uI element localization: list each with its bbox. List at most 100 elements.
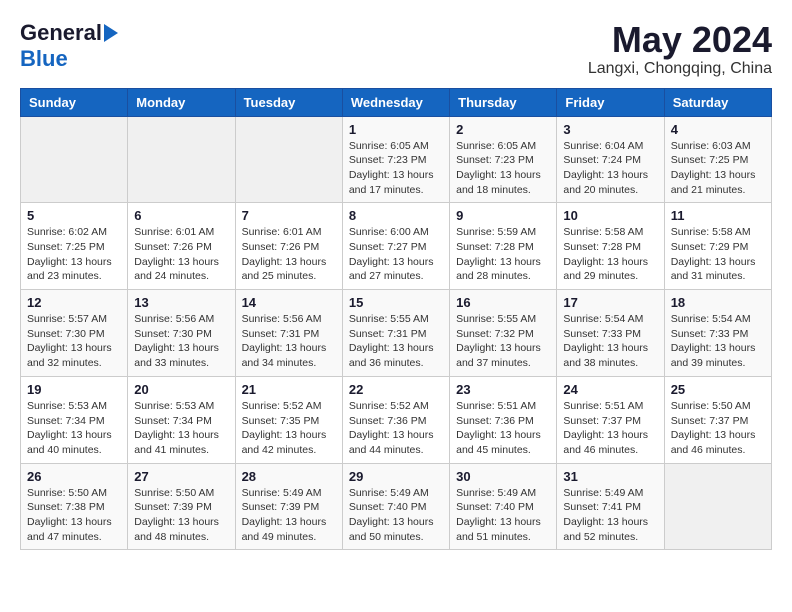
day-number: 7 — [242, 208, 336, 223]
day-number: 3 — [563, 122, 657, 137]
col-thursday: Thursday — [450, 88, 557, 116]
table-row: 24 Sunrise: 5:51 AMSunset: 7:37 PMDayligh… — [557, 376, 664, 463]
month-title: May 2024 — [588, 20, 772, 60]
col-tuesday: Tuesday — [235, 88, 342, 116]
table-row: 27Sunrise: 5:50 AMSunset: 7:39 PMDayligh… — [128, 463, 235, 550]
table-row: 12 Sunrise: 5:57 AMSunset: 7:30 PMDayligh… — [21, 290, 128, 377]
day-number: 29 — [349, 469, 443, 484]
table-row: 25 Sunrise: 5:50 AMSunset: 7:37 PMDayligh… — [664, 376, 771, 463]
day-number: 10 — [563, 208, 657, 223]
day-info: Sunrise: 5:49 AMSunset: 7:39 PMDaylight:… — [242, 486, 336, 545]
day-info: Sunrise: 6:05 AMSunset: 7:23 PMDaylight:… — [456, 139, 550, 198]
table-row: 1 Sunrise: 6:05 AMSunset: 7:23 PMDaylight… — [342, 116, 449, 203]
table-row: 11 Sunrise: 5:58 AMSunset: 7:29 PMDayligh… — [664, 203, 771, 290]
day-number: 9 — [456, 208, 550, 223]
logo-general-text: General — [20, 20, 102, 46]
table-row — [21, 116, 128, 203]
table-row — [128, 116, 235, 203]
table-row: 17 Sunrise: 5:54 AMSunset: 7:33 PMDayligh… — [557, 290, 664, 377]
logo-blue-text: Blue — [20, 46, 68, 72]
day-number: 31 — [563, 469, 657, 484]
day-number: 28 — [242, 469, 336, 484]
location-title: Langxi, Chongqing, China — [588, 60, 772, 78]
day-info: Sunrise: 5:59 AMSunset: 7:28 PMDaylight:… — [456, 225, 550, 284]
day-number: 23 — [456, 382, 550, 397]
table-row: 28 Sunrise: 5:49 AMSunset: 7:39 PMDayligh… — [235, 463, 342, 550]
calendar-week-row: 26 Sunrise: 5:50 AMSunset: 7:38 PMDayligh… — [21, 463, 772, 550]
day-info: Sunrise: 5:49 AMSunset: 7:40 PMDaylight:… — [349, 486, 443, 545]
day-number: 22 — [349, 382, 443, 397]
table-row — [235, 116, 342, 203]
day-number: 1 — [349, 122, 443, 137]
day-info: Sunrise: 5:54 AMSunset: 7:33 PMDaylight:… — [671, 312, 765, 371]
table-row: 19 Sunrise: 5:53 AMSunset: 7:34 PMDayligh… — [21, 376, 128, 463]
day-number: 24 — [563, 382, 657, 397]
day-number: 30 — [456, 469, 550, 484]
day-info: Sunrise: 6:03 AMSunset: 7:25 PMDaylight:… — [671, 139, 765, 198]
table-row: 8 Sunrise: 6:00 AMSunset: 7:27 PMDaylight… — [342, 203, 449, 290]
day-number: 14 — [242, 295, 336, 310]
table-row: 29 Sunrise: 5:49 AMSunset: 7:40 PMDayligh… — [342, 463, 449, 550]
table-row: 20 Sunrise: 5:53 AMSunset: 7:34 PMDayligh… — [128, 376, 235, 463]
title-block: May 2024 Langxi, Chongqing, China — [588, 20, 772, 78]
day-info: Sunrise: 5:57 AMSunset: 7:30 PMDaylight:… — [27, 312, 121, 371]
day-number: 4 — [671, 122, 765, 137]
day-info: Sunrise: 5:50 AMSunset: 7:37 PMDaylight:… — [671, 399, 765, 458]
table-row: 6 Sunrise: 6:01 AMSunset: 7:26 PMDaylight… — [128, 203, 235, 290]
table-row: 26 Sunrise: 5:50 AMSunset: 7:38 PMDayligh… — [21, 463, 128, 550]
day-info: Sunrise: 5:58 AMSunset: 7:29 PMDaylight:… — [671, 225, 765, 284]
day-info: Sunrise: 6:05 AMSunset: 7:23 PMDaylight:… — [349, 139, 443, 198]
table-row: 31 Sunrise: 5:49 AMSunset: 7:41 PMDayligh… — [557, 463, 664, 550]
table-row: 22 Sunrise: 5:52 AMSunset: 7:36 PMDayligh… — [342, 376, 449, 463]
day-number: 26 — [27, 469, 121, 484]
day-info: Sunrise: 5:51 AMSunset: 7:37 PMDaylight:… — [563, 399, 657, 458]
col-monday: Monday — [128, 88, 235, 116]
day-info: Sunrise: 6:02 AMSunset: 7:25 PMDaylight:… — [27, 225, 121, 284]
day-number: 11 — [671, 208, 765, 223]
day-info: Sunrise: 6:00 AMSunset: 7:27 PMDaylight:… — [349, 225, 443, 284]
day-info: Sunrise: 6:01 AMSunset: 7:26 PMDaylight:… — [134, 225, 228, 284]
table-row: 21Sunrise: 5:52 AMSunset: 7:35 PMDayligh… — [235, 376, 342, 463]
day-number: 13 — [134, 295, 228, 310]
day-info: Sunrise: 5:54 AMSunset: 7:33 PMDaylight:… — [563, 312, 657, 371]
day-info: Sunrise: 5:52 AMSunset: 7:36 PMDaylight:… — [349, 399, 443, 458]
day-info: Sunrise: 5:50 AMSunset: 7:38 PMDaylight:… — [27, 486, 121, 545]
day-number: 15 — [349, 295, 443, 310]
col-sunday: Sunday — [21, 88, 128, 116]
day-info: Sunrise: 6:04 AMSunset: 7:24 PMDaylight:… — [563, 139, 657, 198]
day-info: Sunrise: 5:53 AMSunset: 7:34 PMDaylight:… — [134, 399, 228, 458]
day-number: 12 — [27, 295, 121, 310]
day-info: Sunrise: 5:49 AMSunset: 7:41 PMDaylight:… — [563, 486, 657, 545]
day-info: Sunrise: 5:53 AMSunset: 7:34 PMDaylight:… — [27, 399, 121, 458]
page-header: General Blue May 2024 Langxi, Chongqing,… — [20, 20, 772, 78]
calendar-week-row: 19 Sunrise: 5:53 AMSunset: 7:34 PMDayligh… — [21, 376, 772, 463]
day-number: 17 — [563, 295, 657, 310]
day-info: Sunrise: 5:49 AMSunset: 7:40 PMDaylight:… — [456, 486, 550, 545]
day-number: 19 — [27, 382, 121, 397]
calendar-week-row: 5Sunrise: 6:02 AMSunset: 7:25 PMDaylight… — [21, 203, 772, 290]
logo: General Blue — [20, 20, 118, 72]
table-row: 13 Sunrise: 5:56 AMSunset: 7:30 PMDayligh… — [128, 290, 235, 377]
table-row: 2 Sunrise: 6:05 AMSunset: 7:23 PMDaylight… — [450, 116, 557, 203]
col-wednesday: Wednesday — [342, 88, 449, 116]
day-info: Sunrise: 5:51 AMSunset: 7:36 PMDaylight:… — [456, 399, 550, 458]
day-number: 8 — [349, 208, 443, 223]
calendar-week-row: 1 Sunrise: 6:05 AMSunset: 7:23 PMDaylight… — [21, 116, 772, 203]
calendar-week-row: 12 Sunrise: 5:57 AMSunset: 7:30 PMDayligh… — [21, 290, 772, 377]
table-row: 15 Sunrise: 5:55 AMSunset: 7:31 PMDayligh… — [342, 290, 449, 377]
col-friday: Friday — [557, 88, 664, 116]
day-info: Sunrise: 5:55 AMSunset: 7:31 PMDaylight:… — [349, 312, 443, 371]
day-number: 21 — [242, 382, 336, 397]
logo-arrow-icon — [104, 24, 118, 42]
day-number: 25 — [671, 382, 765, 397]
day-number: 2 — [456, 122, 550, 137]
calendar-table: Sunday Monday Tuesday Wednesday Thursday… — [20, 88, 772, 551]
table-row: 30 Sunrise: 5:49 AMSunset: 7:40 PMDayligh… — [450, 463, 557, 550]
day-info: Sunrise: 5:56 AMSunset: 7:30 PMDaylight:… — [134, 312, 228, 371]
table-row: 16Sunrise: 5:55 AMSunset: 7:32 PMDayligh… — [450, 290, 557, 377]
day-number: 20 — [134, 382, 228, 397]
day-info: Sunrise: 6:01 AMSunset: 7:26 PMDaylight:… — [242, 225, 336, 284]
table-row: 18Sunrise: 5:54 AMSunset: 7:33 PMDayligh… — [664, 290, 771, 377]
day-number: 6 — [134, 208, 228, 223]
day-info: Sunrise: 5:58 AMSunset: 7:28 PMDaylight:… — [563, 225, 657, 284]
